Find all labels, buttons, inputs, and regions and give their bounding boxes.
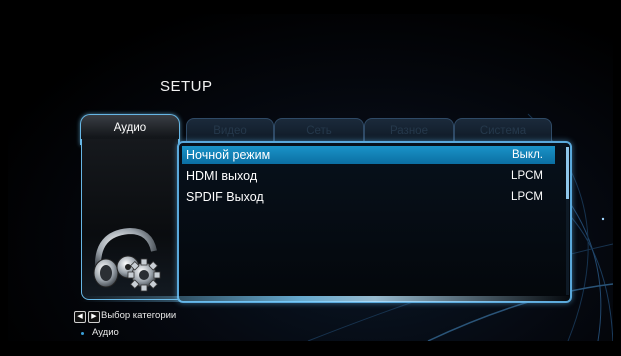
tab-system[interactable]: Система bbox=[454, 118, 552, 141]
settings-list: Ночной режим Выкл. HDMI выход LPCM SPDIF… bbox=[177, 141, 572, 303]
setting-label: HDMI выход bbox=[186, 169, 258, 183]
setup-screen: SETUP Видео Сеть Разное Система Аудио Но… bbox=[8, 14, 613, 341]
tab-video[interactable]: Видео bbox=[186, 118, 274, 141]
help-hint: Выбор категории bbox=[101, 310, 177, 321]
setting-label: SPDIF Выход bbox=[186, 190, 264, 204]
page-title: SETUP bbox=[160, 78, 213, 95]
scrollbar-thumb[interactable] bbox=[566, 147, 569, 199]
arrow-right-key-icon: ▶ bbox=[88, 311, 100, 323]
bullet-icon bbox=[81, 332, 84, 335]
setting-spdif-output[interactable]: SPDIF Выход LPCM bbox=[182, 188, 555, 206]
setting-value: LPCM bbox=[511, 170, 543, 182]
headphones-gear-icon bbox=[93, 227, 161, 292]
tab-misc[interactable]: Разное bbox=[364, 118, 454, 141]
current-category-label: Аудио bbox=[92, 327, 119, 338]
setting-hdmi-output[interactable]: HDMI выход LPCM bbox=[182, 167, 555, 185]
panel-glow-divider bbox=[80, 296, 572, 302]
arrow-left-key-icon: ◀ bbox=[74, 311, 86, 323]
setting-value: LPCM bbox=[511, 191, 543, 203]
tab-network[interactable]: Сеть bbox=[274, 118, 364, 141]
category-panel bbox=[81, 139, 179, 300]
setting-night-mode[interactable]: Ночной режим Выкл. bbox=[182, 146, 555, 164]
setting-label: Ночной режим bbox=[186, 148, 271, 162]
setting-value: Выкл. bbox=[511, 149, 543, 161]
